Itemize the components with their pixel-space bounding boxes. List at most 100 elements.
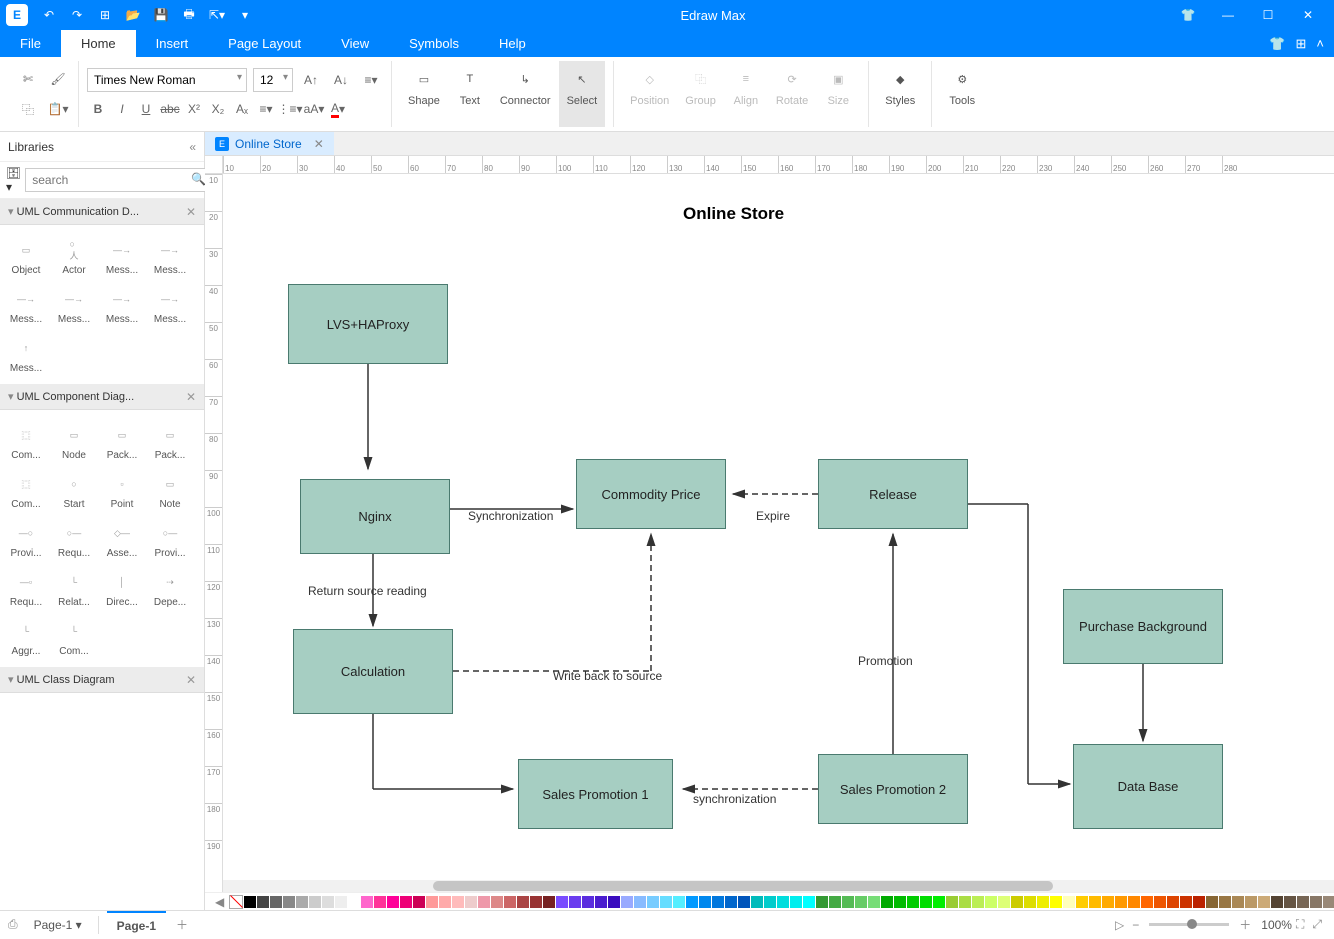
library-shape[interactable]: ▫Point [98,465,146,514]
format-painter-icon[interactable]: 🖌 [46,67,70,91]
node-calculation[interactable]: Calculation [293,629,453,714]
close-category-icon[interactable]: ✕ [186,390,196,404]
menu-insert[interactable]: Insert [136,30,209,57]
library-shape[interactable]: ▭Object [2,231,50,280]
color-swatch[interactable] [361,896,373,908]
text-case-icon[interactable]: aA▾ [303,98,325,120]
superscript-icon[interactable]: X² [183,98,205,120]
cut-icon[interactable]: ✄ [16,67,40,91]
color-swatch[interactable] [543,896,555,908]
page-list-icon[interactable]: ⎙ [8,917,18,932]
node-database[interactable]: Data Base [1073,744,1223,829]
document-tab[interactable]: E Online Store ✕ [205,132,334,155]
color-swatch[interactable] [387,896,399,908]
page-selector[interactable]: Page-1 ▾ [26,918,90,932]
copy-icon[interactable]: ⿻ [16,97,40,121]
color-swatch[interactable] [946,896,958,908]
color-swatch[interactable] [569,896,581,908]
connector-tool[interactable]: ↳Connector [492,61,559,127]
color-swatch[interactable] [348,896,360,908]
library-category-communication[interactable]: ▾ UML Communication D... ✕ [0,199,204,225]
swatch-scroll-left[interactable]: ◀ [211,895,228,909]
italic-icon[interactable]: I [111,98,133,120]
library-shape[interactable]: ○Start [50,465,98,514]
color-swatch[interactable] [244,896,256,908]
color-swatch[interactable] [517,896,529,908]
node-commodity[interactable]: Commodity Price [576,459,726,529]
appearance-button[interactable]: 👕 [1168,0,1208,30]
shape-tool[interactable]: ▭Shape [400,61,448,127]
color-swatch[interactable] [1310,896,1322,908]
color-swatch[interactable] [530,896,542,908]
color-swatch[interactable] [998,896,1010,908]
strike-icon[interactable]: abc [159,98,181,120]
save-button[interactable]: 💾 [148,2,174,28]
close-button[interactable]: ✕ [1288,0,1328,30]
color-swatch[interactable] [972,896,984,908]
print-button[interactable]: 🖶 [176,2,202,28]
library-shape[interactable]: └Aggr... [2,612,50,661]
color-swatch[interactable] [751,896,763,908]
color-swatch[interactable] [790,896,802,908]
color-swatch[interactable] [1297,896,1309,908]
bold-icon[interactable]: B [87,98,109,120]
color-swatch[interactable] [777,896,789,908]
font-name-combo[interactable] [87,68,247,92]
node-purchase[interactable]: Purchase Background [1063,589,1223,664]
color-swatch[interactable] [257,896,269,908]
grid-icon[interactable]: ⊞ [1296,36,1307,52]
zoom-out-button[interactable]: − [1128,918,1143,932]
close-tab-icon[interactable]: ✕ [308,137,324,151]
text-tool[interactable]: TText [448,61,492,127]
color-swatch[interactable] [426,896,438,908]
fullscreen-icon[interactable]: ⤢ [1308,917,1326,932]
color-swatch[interactable] [1037,896,1049,908]
underline-icon[interactable]: U [135,98,157,120]
color-swatch[interactable] [1050,896,1062,908]
library-shape[interactable]: ▭Pack... [146,416,194,465]
bullets-icon[interactable]: ⋮≡▾ [279,98,301,120]
canvas[interactable]: Online Store LVS+HAProxy Nginx Commodity… [223,174,1334,892]
line-spacing-icon[interactable]: ≡▾ [255,98,277,120]
node-release[interactable]: Release [818,459,968,529]
color-swatch[interactable] [764,896,776,908]
export-button[interactable]: ⇱▾ [204,2,230,28]
library-shape[interactable]: ▭Node [50,416,98,465]
color-swatch[interactable] [738,896,750,908]
library-search-input[interactable] [25,168,210,192]
library-shape[interactable]: ⿴Com... [2,465,50,514]
color-swatch[interactable] [1219,896,1231,908]
library-shape[interactable]: —→Mess... [50,280,98,329]
menu-symbols[interactable]: Symbols [389,30,479,57]
theme-icon[interactable]: 👕 [1269,36,1285,52]
library-shape[interactable]: ○人Actor [50,231,98,280]
library-shape[interactable]: └Com... [50,612,98,661]
color-swatch[interactable] [1141,896,1153,908]
color-swatch[interactable] [400,896,412,908]
library-category-component[interactable]: ▾ UML Component Diag... ✕ [0,384,204,410]
color-swatch[interactable] [1089,896,1101,908]
color-swatch[interactable] [634,896,646,908]
color-swatch[interactable] [439,896,451,908]
page-tab[interactable]: Page-1 [107,911,166,939]
library-shape[interactable]: └Relat... [50,563,98,612]
library-shape[interactable]: —→Mess... [146,231,194,280]
color-swatch[interactable] [1284,896,1296,908]
color-swatch[interactable] [1323,896,1334,908]
color-swatch[interactable] [478,896,490,908]
color-swatch[interactable] [556,896,568,908]
library-shape[interactable]: ⿴Com... [2,416,50,465]
color-swatch[interactable] [465,896,477,908]
library-shape[interactable]: ○—Provi... [146,514,194,563]
color-swatch[interactable] [335,896,347,908]
library-shape[interactable]: ○—Requ... [50,514,98,563]
color-swatch[interactable] [1245,896,1257,908]
color-swatch[interactable] [855,896,867,908]
horizontal-scrollbar[interactable] [223,880,1334,892]
zoom-in-button[interactable]: ＋ [1235,916,1255,933]
color-swatch[interactable] [868,896,880,908]
color-swatch[interactable] [608,896,620,908]
color-swatch[interactable] [1063,896,1075,908]
maximize-button[interactable]: ☐ [1248,0,1288,30]
no-color-swatch[interactable] [229,895,243,909]
